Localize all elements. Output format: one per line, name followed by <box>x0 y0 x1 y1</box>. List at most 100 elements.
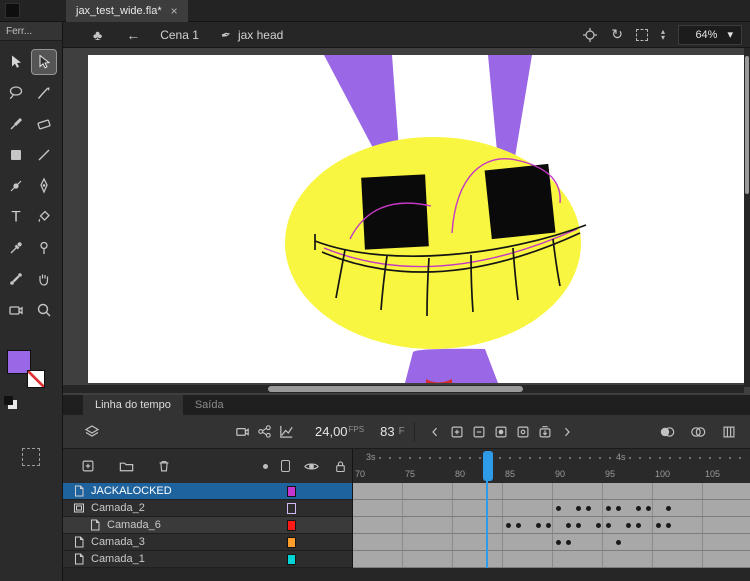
line-tool[interactable] <box>32 143 56 167</box>
stroke-color-swatch[interactable] <box>27 370 45 388</box>
close-tab-icon[interactable]: × <box>171 5 178 17</box>
hand-tool[interactable] <box>32 267 56 291</box>
vertical-scrollbar[interactable] <box>744 48 750 387</box>
keyframe-dot[interactable] <box>566 523 571 528</box>
tab-output[interactable]: Saída <box>183 395 236 415</box>
paint-bucket-tool[interactable] <box>32 205 56 229</box>
keyframe-dot[interactable] <box>646 506 651 511</box>
playhead-handle[interactable] <box>483 451 493 481</box>
zoom-stepper[interactable]: ▴ ▾ <box>661 27 665 41</box>
eraser-tool[interactable] <box>32 112 56 136</box>
eyedropper-tool[interactable] <box>4 236 28 260</box>
layer-color-swatch[interactable] <box>287 553 296 565</box>
horizontal-scrollbar[interactable] <box>63 385 744 393</box>
tools-panel-header[interactable]: Ferr... <box>0 22 62 41</box>
keyframe-dot[interactable] <box>666 506 671 511</box>
layer-frames-row[interactable] <box>353 534 750 551</box>
keyframe-dot[interactable] <box>556 506 561 511</box>
keyframe-dot[interactable] <box>606 523 611 528</box>
keyframe-dot[interactable] <box>516 523 521 528</box>
layer-row[interactable]: Camada_2 <box>63 500 352 517</box>
zoom-tool[interactable] <box>32 298 56 322</box>
asset-warp-tool[interactable] <box>32 236 56 260</box>
camera-tool[interactable] <box>4 298 28 322</box>
vertical-scrollbar-thumb[interactable] <box>745 56 749 194</box>
keyframe-dot[interactable] <box>536 523 541 528</box>
subselection-tool[interactable] <box>31 49 57 75</box>
layer-color-swatch[interactable] <box>287 536 296 548</box>
keyframe-dot[interactable] <box>556 540 561 545</box>
layer-color-swatch[interactable] <box>287 485 296 497</box>
onion-skin-outlines-button[interactable] <box>687 421 709 443</box>
onion-skin-button[interactable] <box>656 421 678 443</box>
width-tool[interactable] <box>4 174 28 198</box>
keyframe-dot[interactable] <box>616 506 621 511</box>
layer-color-swatch[interactable] <box>287 502 296 514</box>
tool-option-marquee-icon[interactable] <box>22 448 40 466</box>
keyframe-dot[interactable] <box>586 506 591 511</box>
delete-layer-button[interactable] <box>153 455 175 477</box>
keyframe-dot[interactable] <box>576 523 581 528</box>
horizontal-scrollbar-thumb[interactable] <box>268 386 523 392</box>
pen-tool[interactable] <box>32 174 56 198</box>
playhead-line[interactable] <box>486 467 488 568</box>
default-colors-icon[interactable] <box>4 396 13 405</box>
new-folder-button[interactable] <box>115 455 137 477</box>
keyframe-dot[interactable] <box>606 506 611 511</box>
keyframe-dot[interactable] <box>596 523 601 528</box>
layer-frames-row[interactable] <box>353 500 750 517</box>
highlight-column-icon[interactable] <box>263 463 268 469</box>
bone-tool[interactable] <box>4 267 28 291</box>
node-view-button[interactable] <box>253 421 275 443</box>
auto-keyframe-button[interactable] <box>534 421 556 443</box>
keyframe-dot[interactable] <box>636 523 641 528</box>
layer-row[interactable]: JACKALOCKED <box>63 483 352 500</box>
selection-tool[interactable] <box>4 50 28 74</box>
keyframe-dot[interactable] <box>626 523 631 528</box>
onion-marker-column-icon[interactable] <box>281 460 290 472</box>
keyframe-dot[interactable] <box>636 506 641 511</box>
text-tool[interactable]: T <box>4 205 28 229</box>
timeline-ruler[interactable]: 3s 4s 70 75 80 85 90 95 100 105 <box>352 449 750 483</box>
insert-blank-keyframe-button[interactable] <box>512 421 534 443</box>
remove-frame-button[interactable] <box>468 421 490 443</box>
tab-timeline[interactable]: Linha do tempo <box>83 395 183 415</box>
scene-breadcrumb[interactable]: Cena 1 <box>160 28 199 42</box>
insert-frame-button[interactable] <box>446 421 468 443</box>
keyframe-dot[interactable] <box>576 506 581 511</box>
eye-icon[interactable] <box>303 458 320 475</box>
zoom-level-select[interactable]: 64% ▾ <box>678 24 742 45</box>
rectangle-tool[interactable] <box>4 143 28 167</box>
previous-frame-button[interactable] <box>424 421 446 443</box>
layer-row[interactable]: Camada_6 <box>63 517 352 534</box>
fps-control[interactable]: 24,00 FPS <box>315 424 364 439</box>
insert-keyframe-button[interactable] <box>490 421 512 443</box>
layer-view-button[interactable] <box>81 421 103 443</box>
center-stage-icon[interactable] <box>582 27 598 43</box>
layer-row[interactable]: Camada_1 <box>63 551 352 568</box>
frames-grid[interactable] <box>352 467 750 568</box>
new-layer-button[interactable] <box>77 455 99 477</box>
current-frame-control[interactable]: 83 F <box>380 424 405 439</box>
symbol-breadcrumb[interactable]: jax head <box>238 28 283 42</box>
classic-brush-tool[interactable] <box>4 112 28 136</box>
back-arrow-icon[interactable]: ← <box>126 27 140 43</box>
edit-scene-icon[interactable]: ♣ <box>93 27 102 43</box>
keyframe-dot[interactable] <box>666 523 671 528</box>
graph-editor-button[interactable] <box>275 421 297 443</box>
keyframe-dot[interactable] <box>566 540 571 545</box>
lasso-tool[interactable] <box>4 81 28 105</box>
keyframe-dot[interactable] <box>546 523 551 528</box>
layer-color-swatch[interactable] <box>287 519 296 531</box>
fluid-brush-tool[interactable] <box>32 81 56 105</box>
clip-content-icon[interactable] <box>635 28 648 41</box>
zoom-step-down-icon[interactable]: ▾ <box>661 33 665 41</box>
keyframe-dot[interactable] <box>616 540 621 545</box>
layer-frames-row[interactable] <box>353 551 750 568</box>
lock-icon[interactable] <box>333 459 348 474</box>
camera-button[interactable] <box>231 421 253 443</box>
timeline-columns-button[interactable] <box>718 421 740 443</box>
layer-frames-row[interactable] <box>353 517 750 534</box>
layer-frames-row[interactable] <box>353 483 750 500</box>
keyframe-dot[interactable] <box>506 523 511 528</box>
